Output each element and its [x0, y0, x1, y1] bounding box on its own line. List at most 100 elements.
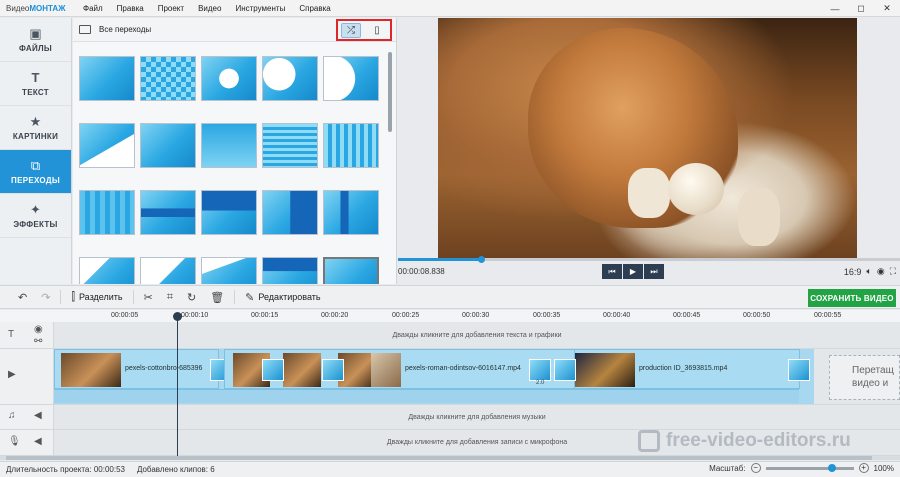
previous-frame-icon[interactable]: ⏮: [602, 264, 622, 279]
undo-icon[interactable]: ↶: [0, 286, 34, 308]
trash-icon[interactable]: 🗑︎: [203, 286, 231, 308]
sidebar-item-text[interactable]: T ТЕКСТ: [0, 62, 71, 106]
redo-icon[interactable]: ↷: [34, 286, 57, 308]
play-icon[interactable]: ▶: [623, 264, 643, 279]
transition-marker[interactable]: [554, 359, 576, 381]
transitions-panel: Все переходы ⤮ ▯: [73, 18, 397, 284]
duration-status: Длительность проекта: 00:00:53: [6, 465, 125, 474]
transition-marker[interactable]: [262, 359, 284, 381]
zoom-in-icon[interactable]: +: [858, 463, 869, 473]
volume-icon[interactable]: ◀: [34, 410, 42, 421]
seekbar-handle[interactable]: [478, 256, 485, 263]
transition-marker[interactable]: [322, 359, 344, 381]
link-icon[interactable]: ⚯: [34, 336, 42, 347]
close-icon[interactable]: ✕: [874, 0, 900, 17]
image-icon: ▣: [29, 25, 42, 41]
transition-thumb[interactable]: [140, 123, 196, 168]
sidebar-item-effects[interactable]: ✦ ЭФФЕКТЫ: [0, 194, 71, 238]
shuffle-icon[interactable]: ⤮: [341, 22, 361, 38]
transitions-scrollbar[interactable]: [388, 52, 392, 132]
zoom-value: 100%: [873, 463, 894, 473]
scissors-icon[interactable]: ✂: [137, 286, 160, 308]
zoom-control: Масштаб: − + 100%: [709, 463, 894, 473]
preview-seekbar[interactable]: [398, 256, 900, 263]
transition-actions-group: ⤮ ▯: [336, 19, 392, 41]
split-label: Разделить: [78, 292, 123, 302]
transition-thumb[interactable]: [262, 257, 318, 284]
menu-file[interactable]: Файл: [76, 4, 110, 13]
transition-thumb[interactable]: [323, 56, 379, 101]
sidebar-item-pictures[interactable]: ★ КАРТИНКИ: [0, 106, 71, 150]
transition-thumb[interactable]: [201, 123, 257, 168]
fullscreen-icon[interactable]: ⛶: [890, 266, 896, 277]
video-clip[interactable]: production ID_3693815.mp4: [574, 349, 800, 389]
transitions-icon: ⧉: [30, 157, 41, 173]
text-track[interactable]: T ◉ ⚯ Дважды кликните для добавления тек…: [0, 322, 900, 349]
maximize-icon[interactable]: ◻: [848, 0, 874, 17]
sidebar-item-files[interactable]: ▣ ФАЙЛЫ: [0, 18, 71, 62]
music-track[interactable]: ♫ ◀ Дважды кликните для добавления музык…: [0, 405, 900, 430]
transitions-header: Все переходы ⤮ ▯: [73, 18, 396, 42]
scrollbar-thumb[interactable]: [6, 456, 872, 460]
transition-thumb[interactable]: [79, 190, 135, 235]
transition-marker[interactable]: [788, 359, 810, 381]
zoom-label: Масштаб:: [709, 463, 746, 473]
crop-icon[interactable]: ⌗: [160, 286, 180, 308]
video-preview[interactable]: [438, 18, 857, 258]
zoom-slider-handle[interactable]: [827, 463, 836, 472]
rotate-icon[interactable]: ↻: [180, 286, 203, 308]
transition-thumb[interactable]: [201, 190, 257, 235]
ruler-tick: 00:00:35: [533, 312, 561, 319]
transition-thumb-selected[interactable]: [323, 257, 379, 284]
zoom-slider[interactable]: [765, 463, 854, 472]
video-clip[interactable]: pexels-cottonbro-685396: [54, 349, 219, 389]
transition-thumb[interactable]: [262, 190, 318, 235]
transition-thumb[interactable]: [79, 257, 135, 284]
transition-thumb[interactable]: [140, 190, 196, 235]
transition-duration: 2.0: [536, 380, 545, 386]
menu-video[interactable]: Видео: [191, 4, 228, 13]
timeline-scrollbar[interactable]: [0, 456, 900, 460]
transition-thumb[interactable]: [262, 123, 318, 168]
video-frame-detail: [668, 163, 724, 215]
eye-icon[interactable]: ◉: [34, 324, 43, 335]
timeline-ruler[interactable]: 00:00:05 00:00:10 00:00:15 00:00:20 00:0…: [0, 310, 900, 322]
watermark: free-video-editors.ru: [638, 430, 851, 452]
transitions-category[interactable]: Все переходы: [99, 25, 151, 34]
transition-thumb[interactable]: [140, 56, 196, 101]
edit-button[interactable]: ✎ Редактировать: [238, 286, 327, 308]
clip-thumbnail: [575, 353, 635, 387]
transition-thumb[interactable]: [201, 257, 257, 284]
transition-thumb[interactable]: [262, 56, 318, 101]
transition-thumb[interactable]: [323, 123, 379, 168]
volume-icon[interactable]: ◀: [34, 436, 42, 447]
zoom-out-icon[interactable]: −: [750, 463, 761, 473]
clip-audio-bar[interactable]: [54, 389, 799, 403]
menu-edit[interactable]: Правка: [110, 4, 151, 13]
playhead[interactable]: [177, 315, 178, 456]
minimize-icon[interactable]: —: [822, 0, 848, 17]
add-video-dropzone[interactable]: Перетащ видео и: [829, 355, 900, 400]
aspect-ratio-select[interactable]: 16:9: [844, 267, 862, 277]
transitions-grid: [77, 52, 383, 284]
transition-thumb[interactable]: [201, 56, 257, 101]
transition-thumb[interactable]: [140, 257, 196, 284]
menu-tools[interactable]: Инструменты: [228, 4, 292, 13]
split-button[interactable]: ⫿ Разделить: [64, 286, 129, 308]
menu-project[interactable]: Проект: [151, 4, 191, 13]
playback-controls: ⏮ ▶ ⏭: [602, 264, 664, 279]
app-logo: ВидеоМОНТАЖ: [6, 3, 66, 13]
dropzone-text: видео и: [852, 378, 889, 389]
sidebar-item-transitions[interactable]: ⧉ ПЕРЕХОДЫ: [0, 150, 71, 194]
apply-to-all-icon[interactable]: ▯: [367, 23, 387, 38]
video-frame-detail: [628, 168, 670, 218]
transition-thumb[interactable]: [323, 190, 379, 235]
save-video-button[interactable]: СОХРАНИТЬ ВИДЕО: [808, 289, 896, 307]
transition-marker[interactable]: [529, 359, 551, 381]
transition-thumb[interactable]: [79, 123, 135, 168]
volume-icon[interactable]: 🔈︎: [866, 266, 871, 277]
camera-icon[interactable]: ◉: [877, 266, 885, 277]
transition-thumb[interactable]: [79, 56, 135, 101]
menu-help[interactable]: Справка: [292, 4, 337, 13]
next-frame-icon[interactable]: ⏭: [644, 264, 664, 279]
